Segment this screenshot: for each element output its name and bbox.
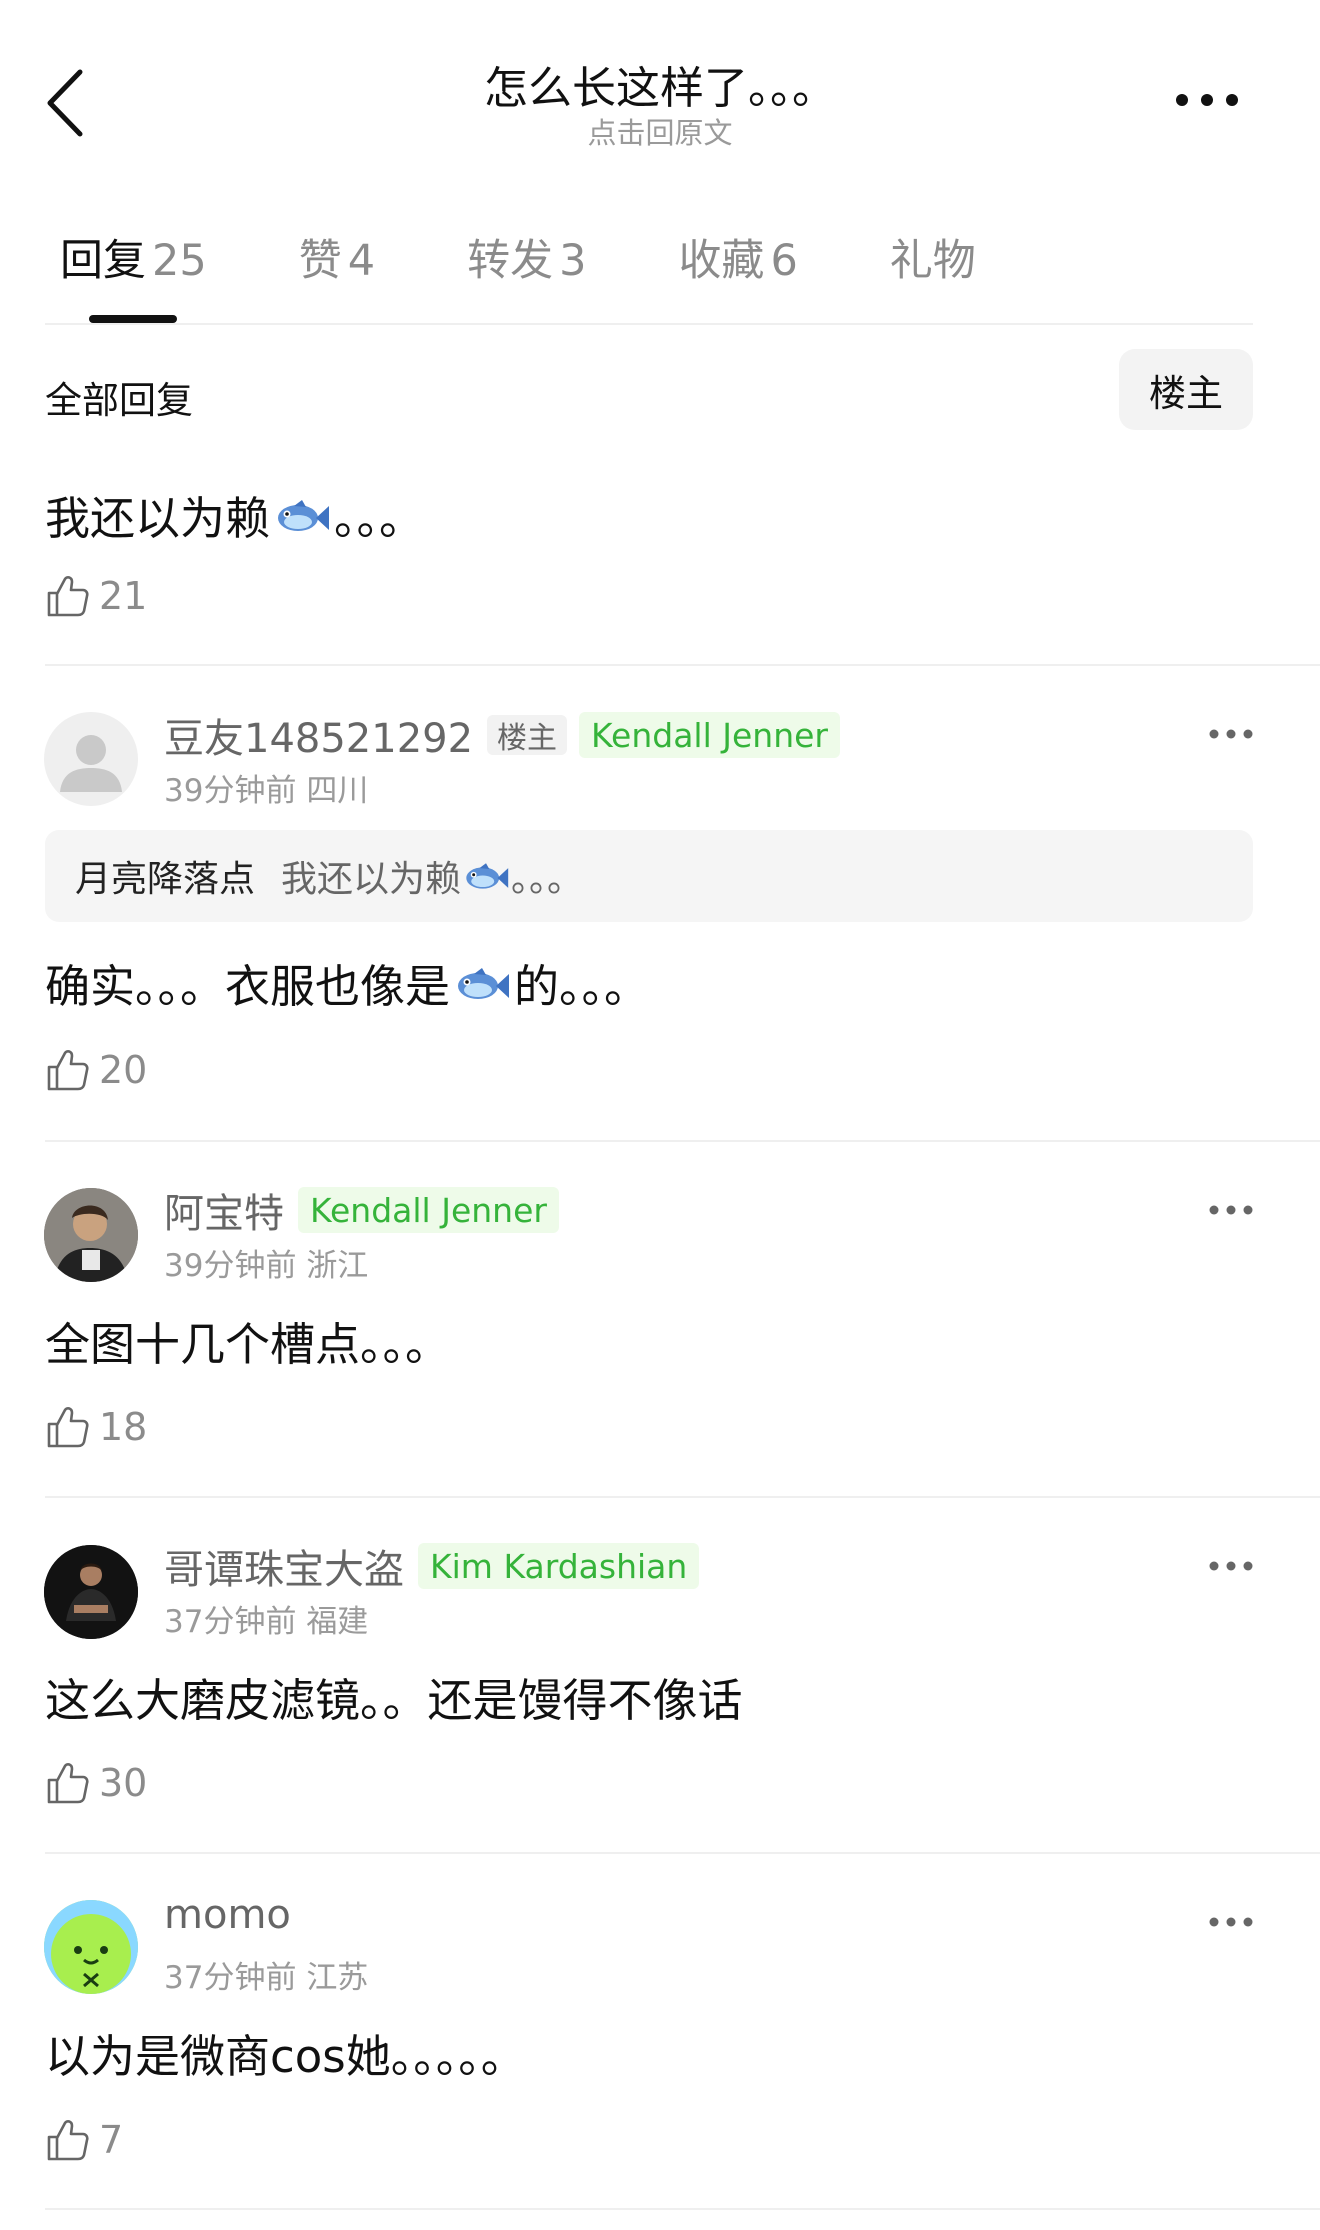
comment-text: 以为是微商cos她。。。。。 <box>45 2030 526 2083</box>
tab-favorites[interactable]: 收藏 6 <box>678 226 797 286</box>
comment-time: 39分钟前 <box>164 773 297 809</box>
like-button[interactable]: 18 <box>45 1403 147 1451</box>
op-tag: 楼主 <box>487 715 568 756</box>
comment-text-part: 我还以为赖 <box>45 492 271 545</box>
tab-count: 4 <box>347 236 376 286</box>
active-tab-indicator <box>89 315 177 323</box>
comment-text-part: 的。。。 <box>514 960 650 1013</box>
avatar[interactable] <box>44 1545 138 1639</box>
tab-label: 转发 <box>467 236 554 286</box>
comment-text: 我还以为赖 。。。 <box>45 482 424 547</box>
comment-text: 确实。。。衣服也像是 的。。。 <box>45 950 649 1015</box>
comment-text-part: 。。。 <box>334 492 425 545</box>
comment-header: 豆友148521292 楼主 Kendall Jenner <box>164 706 840 764</box>
quoted-reply[interactable]: 月亮降落点 我还以为赖 。。。 <box>45 830 1253 922</box>
thumbs-up-icon <box>47 1763 89 1804</box>
fish-emoji-icon <box>466 863 509 889</box>
like-count: 20 <box>99 1048 148 1092</box>
quoted-text-part: 我还以为赖 <box>281 859 462 900</box>
user-badge: Kim Kardashian <box>418 1543 700 1589</box>
like-count: 30 <box>99 1761 148 1805</box>
user-name[interactable]: 阿宝特 <box>164 1181 284 1239</box>
tab-label: 收藏 <box>678 236 765 286</box>
tab-gifts[interactable]: 礼物 <box>890 226 976 286</box>
tab-label: 回复 <box>60 236 146 286</box>
tab-likes[interactable]: 赞 4 <box>299 226 375 286</box>
tab-label: 礼物 <box>889 236 976 286</box>
like-count: 18 <box>99 1405 148 1449</box>
quoted-text: 我还以为赖 。。。 <box>281 850 583 902</box>
comment-more-icon[interactable] <box>1208 727 1254 741</box>
comment-text: 全图十几个槽点。。。 <box>45 1318 451 1371</box>
like-button[interactable]: 21 <box>45 572 147 620</box>
like-count: 7 <box>99 2118 124 2162</box>
fish-emoji-icon <box>458 968 510 999</box>
comment-meta: 37分钟前 福建 <box>164 1596 368 1641</box>
tab-count: 25 <box>152 236 207 286</box>
quoted-author: 月亮降落点 <box>75 859 256 900</box>
fish-emoji-icon <box>278 500 330 531</box>
tab-label: 赞 <box>298 236 342 286</box>
user-badge: Kendall Jenner <box>298 1187 559 1233</box>
user-photo-avatar <box>44 1900 138 1994</box>
comment-location: 四川 <box>306 773 369 809</box>
comment-more-icon[interactable] <box>1208 1915 1254 1929</box>
divider <box>45 323 1253 325</box>
divider <box>45 664 1320 666</box>
tab-count: 6 <box>770 236 798 286</box>
comment-more-icon[interactable] <box>1208 1559 1254 1573</box>
comment-time: 37分钟前 <box>164 1604 297 1640</box>
tab-count: 3 <box>559 236 587 286</box>
filter-all-replies: 全部回复 <box>45 379 193 422</box>
comment-time: 39分钟前 <box>164 1248 297 1284</box>
thumbs-up-icon <box>47 2120 89 2161</box>
tab-replies[interactable]: 回复 25 <box>60 226 207 286</box>
like-button[interactable]: 7 <box>45 2116 123 2164</box>
more-options-icon[interactable] <box>1172 82 1242 118</box>
divider <box>45 1496 1320 1498</box>
user-name[interactable]: 豆友148521292 <box>164 706 473 764</box>
default-avatar-icon <box>60 735 122 792</box>
comment-text-part: 确实。。。衣服也像是 <box>45 960 451 1013</box>
comment-more-icon[interactable] <box>1208 1203 1254 1217</box>
comment-header: 阿宝特 Kendall Jenner <box>164 1181 559 1239</box>
thumbs-up-icon <box>47 1050 89 1091</box>
user-name[interactable]: 哥谭珠宝大盗 <box>164 1537 404 1595</box>
user-photo-avatar <box>44 1545 138 1639</box>
quoted-text-part: 。。。 <box>511 859 584 900</box>
user-photo-avatar <box>44 1188 138 1282</box>
tab-reposts[interactable]: 转发 3 <box>467 226 586 286</box>
thumbs-up-icon <box>47 1407 89 1448</box>
comment-location: 江苏 <box>306 1960 369 1996</box>
divider <box>45 2208 1320 2210</box>
thumbs-up-icon <box>47 576 89 617</box>
view-original-link[interactable]: 点击回原文 <box>0 110 1320 152</box>
comment-location: 福建 <box>306 1604 369 1640</box>
page-title: 怎么长这样了。。。 <box>484 63 836 114</box>
comment-header: 哥谭珠宝大盗 Kim Kardashian <box>164 1537 700 1595</box>
divider <box>45 1852 1320 1854</box>
like-button[interactable]: 30 <box>45 1759 147 1807</box>
comment-text: 这么大磨皮滤镜。。还是馒得不像话 <box>45 1674 743 1727</box>
avatar[interactable] <box>44 712 138 806</box>
like-button[interactable]: 20 <box>45 1046 147 1094</box>
comment-meta: 37分钟前 江苏 <box>164 1952 368 1997</box>
comment-location: 浙江 <box>306 1248 369 1284</box>
tab-bar: 回复 25 赞 4 转发 3 收藏 6 礼物 <box>60 226 1068 286</box>
comment-meta: 39分钟前 四川 <box>164 765 368 810</box>
comment-time: 37分钟前 <box>164 1960 297 1996</box>
user-badge: Kendall Jenner <box>579 712 840 758</box>
avatar[interactable] <box>44 1900 138 1994</box>
op-only-button[interactable]: 楼主 <box>1119 349 1253 430</box>
user-name[interactable]: momo <box>164 1892 291 1938</box>
comment-meta: 39分钟前 浙江 <box>164 1240 368 1285</box>
divider <box>45 1140 1320 1142</box>
like-count: 21 <box>99 574 148 618</box>
avatar[interactable] <box>44 1188 138 1282</box>
